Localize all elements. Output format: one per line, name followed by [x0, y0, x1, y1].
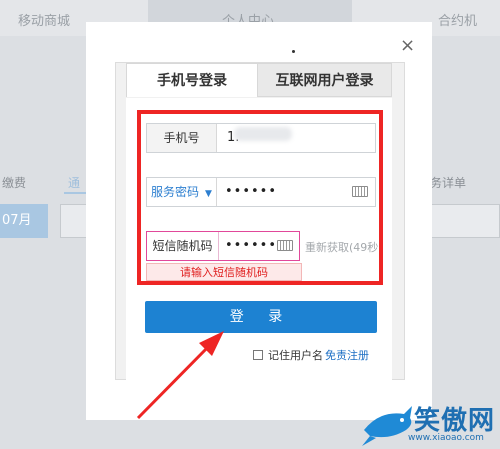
watermark-logo-text: 笑傲网 — [414, 406, 496, 436]
watermark-url: www.xiaoao.com — [408, 433, 484, 443]
annotation-arrow-icon — [136, 331, 224, 420]
